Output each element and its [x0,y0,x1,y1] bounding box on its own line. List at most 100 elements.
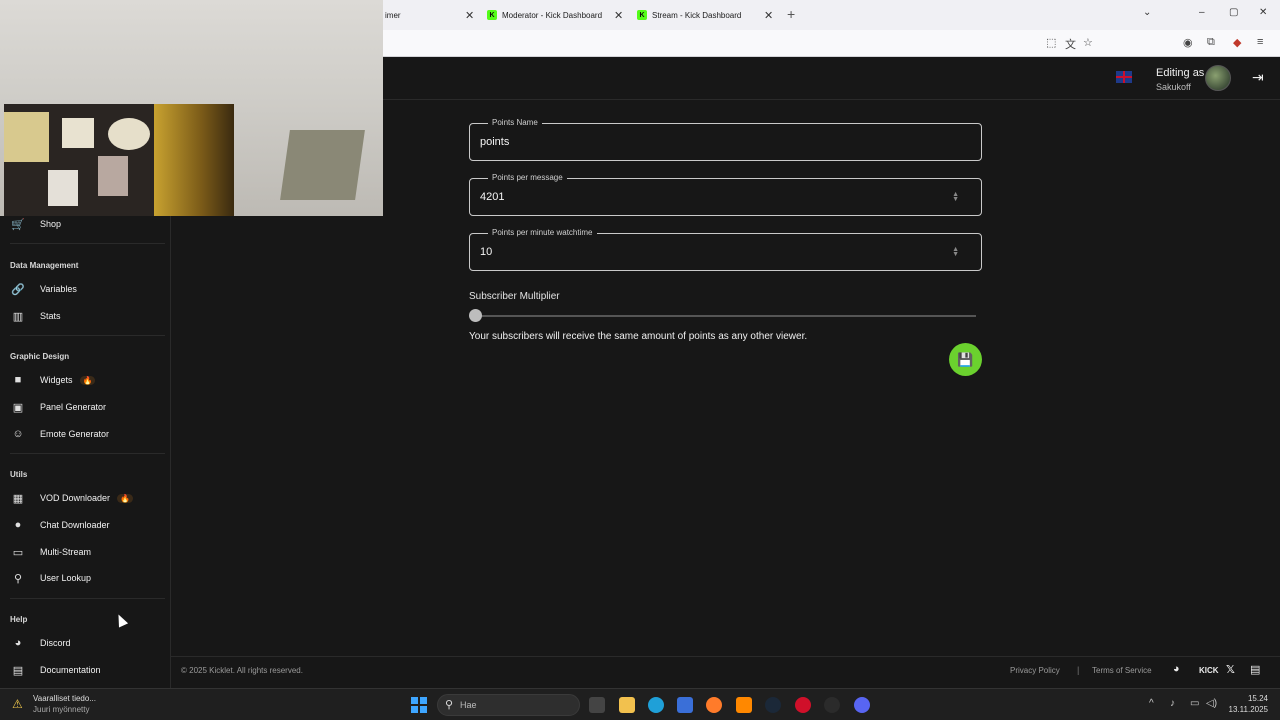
sidebar-item-chat-downloader[interactable]: ● Chat Downloader [10,516,110,534]
file-explorer-icon[interactable] [619,697,635,713]
sidebar-item-label: User Lookup [40,573,92,583]
privacy-policy-link[interactable]: Privacy Policy [1010,666,1060,675]
points-per-minute-field[interactable]: Points per minute watchtime 10 ▲ ▼ [469,228,982,271]
profile-icon[interactable]: ◉ [1183,36,1193,49]
taskbar-search[interactable]: ⚲ Hae [437,694,580,716]
kick-favicon-icon: K [487,10,497,20]
section-title-data-management: Data Management [10,261,79,270]
x-footer-icon[interactable]: 𝕏 [1226,663,1235,676]
bookmark-star-icon[interactable]: ☆ [1083,36,1093,49]
browser-tab-stream[interactable]: K Stream - Kick Dashboard ✕ [637,0,777,30]
firefox-icon[interactable] [706,697,722,713]
notification-title[interactable]: Vaaralliset tiedo... [33,694,96,703]
close-tab-icon[interactable]: ✕ [465,9,474,22]
sidebar-divider [10,243,165,244]
display-icon[interactable]: ▭ [1190,698,1199,709]
sidebar-item-label: Panel Generator [40,402,107,412]
menu-icon[interactable]: ≡ [1257,36,1263,48]
install-app-icon[interactable]: ⬚ [1046,36,1056,49]
sidebar-item-variables[interactable]: 🔗 Variables [10,280,77,298]
search-placeholder: Hae [460,700,477,710]
task-view-icon[interactable] [589,697,605,713]
close-tab-icon[interactable]: ✕ [614,9,623,22]
sidebar-item-emote-generator[interactable]: ☺ Emote Generator [10,425,109,443]
browser-tab-moderator[interactable]: K Moderator - Kick Dashboard ✕ [487,0,627,30]
tab-list-chevron-icon[interactable]: ⌄ [1143,7,1151,18]
mic-icon[interactable]: ♪ [1170,698,1175,709]
warning-icon[interactable]: ⚠ [12,697,23,711]
notification-subtitle: Juuri myönnetty [33,705,90,714]
sidebar-item-documentation[interactable]: ▤ Documentation [10,661,101,679]
browser-tab[interactable]: imer ✕ [385,0,475,30]
docs-icon: ▤ [12,664,24,677]
number-stepper-icon[interactable]: ▲ ▼ [952,246,959,258]
edge-icon[interactable] [648,697,664,713]
sidebar-item-label: Widgets [40,375,73,385]
store-icon[interactable] [677,697,693,713]
points-per-message-field[interactable]: Points per message 4201 ▲ ▼ [469,173,982,216]
uk-flag-icon[interactable] [1116,71,1132,83]
section-title-utils: Utils [10,470,28,479]
steam-icon[interactable] [765,697,781,713]
sidebar-item-multi-stream[interactable]: ▭ Multi-Stream [10,543,91,561]
points-name-field[interactable]: Points Name points [469,118,982,161]
subscriber-multiplier-slider[interactable] [475,315,976,317]
kick-footer-icon[interactable]: KICK [1199,666,1219,675]
webcam-overlay [0,0,383,216]
sidebar-divider [10,335,165,336]
tray-chevron-icon[interactable]: ^ [1149,698,1154,709]
sidebar-item-stats[interactable]: ▥ Stats [10,307,61,325]
sidebar-item-label: Multi-Stream [40,547,92,557]
points-name-input[interactable]: points [480,136,509,148]
link-icon: 🔗 [11,283,25,296]
sidebar-item-panel-generator[interactable]: ▣ Panel Generator [10,398,106,416]
address-bar[interactable]: ⬚ 文 ☆ ◉ ⧉ ◆ ≡ [383,30,1280,57]
footer-divider [171,656,1280,657]
clock-time[interactable]: 15.24 [1228,694,1268,703]
maximize-icon[interactable]: ▢ [1229,7,1238,18]
start-button[interactable] [411,697,427,713]
translate-icon[interactable]: 文 [1065,36,1076,52]
film-icon: ▦ [12,492,24,505]
close-tab-icon[interactable]: ✕ [764,9,773,22]
avatar[interactable] [1205,65,1231,91]
document-footer-icon[interactable]: ▤ [1250,663,1260,676]
subscriber-multiplier-label: Subscriber Multiplier [469,291,560,302]
number-stepper-icon[interactable]: ▲ ▼ [952,191,959,203]
editing-as-label: Editing as [1156,67,1205,79]
volume-icon[interactable]: ◁) [1206,698,1217,709]
sidebar-item-label: Stats [40,311,61,321]
tab-label: Moderator - Kick Dashboard [502,10,603,20]
kick-favicon-icon: K [637,10,647,20]
extensions-icon[interactable]: ⧉ [1207,36,1215,49]
sidebar-item-discord[interactable]: ◕ Discord [10,634,71,652]
sidebar-item-vod-downloader[interactable]: ▦ VOD Downloader 🔥 [10,489,133,507]
clock-date[interactable]: 13.11.2025 [1228,705,1268,714]
close-window-icon[interactable]: ✕ [1259,7,1267,18]
opera-icon[interactable] [795,697,811,713]
bar-chart-icon: ▥ [12,310,24,323]
sidebar-item-user-lookup[interactable]: ⚲ User Lookup [10,569,91,587]
terms-of-service-link[interactable]: Terms of Service [1092,666,1152,675]
logout-icon[interactable]: ⇥ [1252,69,1264,86]
obs-icon[interactable] [824,697,840,713]
windows-taskbar: ⚠ Vaaralliset tiedo... Juuri myönnetty ⚲… [0,688,1280,720]
sidebar-item-shop[interactable]: 🛒 Shop [10,215,61,233]
sidebar-item-label: Emote Generator [40,429,110,439]
extension-shield-icon[interactable]: ◆ [1233,36,1241,49]
field-label: Points per minute watchtime [488,228,597,237]
discord-taskbar-icon[interactable] [854,697,870,713]
save-button[interactable]: 💾 [949,343,982,376]
emoji-icon: ☺ [12,428,24,440]
points-per-minute-input[interactable]: 10 [480,246,492,258]
discord-icon: ◕ [14,637,22,649]
field-label: Points Name [488,118,542,127]
new-tab-plus-icon[interactable]: + [787,6,795,22]
discord-footer-icon[interactable]: ◕ [1173,663,1180,675]
sidebar-item-widgets[interactable]: ■ Widgets 🔥 [10,371,96,389]
points-per-message-input[interactable]: 4201 [480,191,504,203]
vlc-icon[interactable] [736,697,752,713]
slider-thumb[interactable] [468,309,482,322]
minimize-icon[interactable]: – [1199,7,1205,18]
section-title-help: Help [10,615,28,624]
